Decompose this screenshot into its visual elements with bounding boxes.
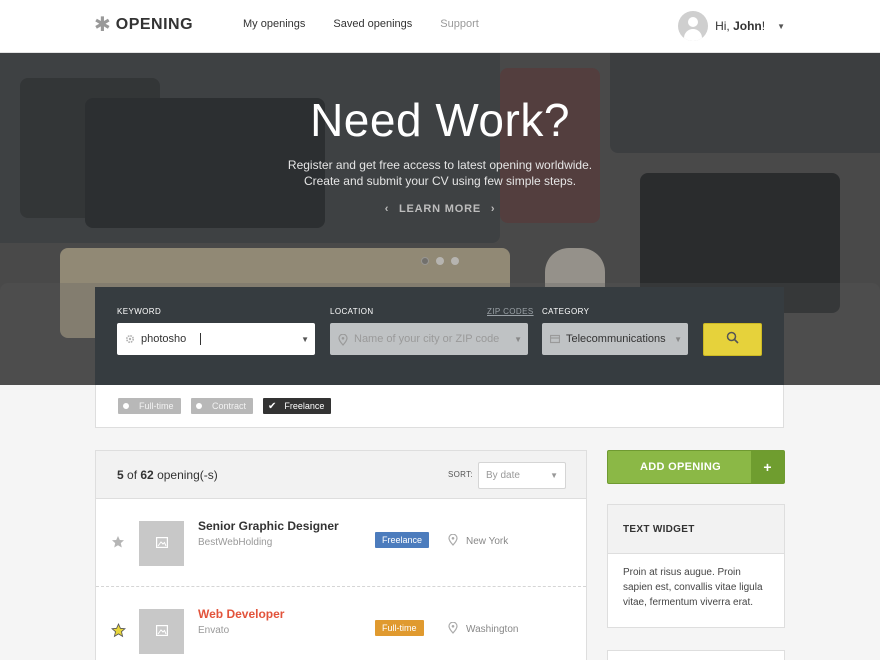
map-pin-icon (338, 333, 348, 346)
company-logo (139, 609, 184, 654)
job-company: Envato (198, 625, 230, 636)
chevron-right-icon: › (490, 203, 496, 215)
keyword-input[interactable]: photosho ▼ (117, 323, 315, 355)
image-placeholder-icon (155, 535, 168, 553)
keyword-label: KEYWORD (117, 307, 162, 316)
carousel-dot[interactable] (436, 257, 444, 265)
text-cursor (200, 333, 202, 345)
nav-support[interactable]: Support (440, 18, 479, 30)
job-title[interactable]: Web Developer (198, 607, 284, 621)
text-widget: TEXT WIDGET Proin at risus augue. Proin … (607, 504, 785, 628)
results-list: 5 of 62 opening(-s) SORT: By date ▼ Seni… (95, 450, 587, 660)
location-input[interactable]: Name of your city or ZIP code ▼ (330, 323, 528, 355)
filter-full-time[interactable]: Full-time (118, 398, 181, 414)
widget-title: TEXT WIDGET (608, 505, 784, 554)
user-avatar-icon[interactable] (678, 11, 709, 41)
map-pin-icon (448, 533, 458, 549)
toggle-dot-icon (123, 403, 129, 409)
job-row[interactable]: Web Developer Envato Full-time Washingto… (96, 587, 586, 660)
star-icon[interactable] (111, 623, 126, 641)
search-panel: KEYWORD LOCATION ZIP CODES CATEGORY phot… (95, 287, 784, 385)
hero-title: Need Work? (310, 94, 570, 146)
search-button[interactable] (703, 323, 762, 356)
job-title[interactable]: Senior Graphic Designer (198, 519, 339, 533)
category-label: CATEGORY (542, 307, 590, 316)
job-location-text: Washington (466, 624, 519, 635)
add-opening-button[interactable]: ADD OPENING + (607, 450, 785, 484)
main-nav: My openings Saved openings Support (243, 18, 507, 30)
job-location: Washington (448, 621, 519, 637)
sort-select[interactable]: By date ▼ (478, 462, 566, 489)
map-pin-icon (448, 621, 458, 637)
job-company: BestWebHolding (198, 537, 273, 548)
category-icon (549, 334, 561, 344)
keyword-value: photosho (141, 333, 187, 345)
add-opening-label: ADD OPENING (640, 461, 721, 473)
carousel-dot[interactable] (451, 257, 459, 265)
learn-more-link[interactable]: ‹ LEARN MORE › (0, 203, 880, 215)
keyword-dropdown-caret-icon[interactable]: ▼ (301, 335, 309, 344)
sort-value: By date (486, 470, 520, 481)
star-icon[interactable] (111, 535, 125, 552)
results-header: 5 of 62 opening(-s) SORT: By date ▼ (96, 451, 586, 499)
location-label: LOCATION (330, 307, 374, 316)
user-menu-caret-icon[interactable]: ▼ (777, 22, 785, 31)
job-type-badge: Freelance (375, 532, 430, 548)
user-greeting[interactable]: Hi, John! (715, 19, 765, 33)
filter-contract[interactable]: Contract (191, 398, 254, 414)
next-widget (607, 650, 785, 660)
category-value: Telecommunications (566, 333, 666, 345)
logo[interactable]: ✱ OPENING (94, 15, 193, 35)
location-dropdown-caret-icon[interactable]: ▼ (514, 335, 522, 344)
check-icon: ✔ (268, 400, 277, 412)
plus-icon: + (751, 451, 784, 483)
job-row[interactable]: Senior Graphic Designer BestWebHolding F… (96, 499, 586, 587)
hero-subtitle: Register and get free access to latest o… (287, 158, 593, 188)
nav-saved-openings[interactable]: Saved openings (333, 18, 412, 30)
image-placeholder-icon (155, 623, 168, 641)
search-icon (726, 331, 739, 349)
chevron-left-icon: ‹ (384, 203, 390, 215)
job-type-badge: Full-time (375, 620, 424, 636)
top-header: ✱ OPENING My openings Saved openings Sup… (0, 0, 880, 53)
location-placeholder: Name of your city or ZIP code (354, 333, 500, 345)
sort-caret-icon: ▼ (550, 471, 558, 480)
logo-text: OPENING (115, 16, 194, 33)
results-count: 5 of 62 opening(-s) (117, 468, 218, 482)
widget-body: Proin at risus augue. Proin sapien est, … (623, 567, 763, 608)
company-logo (139, 521, 184, 566)
nav-my-openings[interactable]: My openings (243, 18, 305, 30)
toggle-dot-icon (196, 403, 202, 409)
category-select[interactable]: Telecommunications ▼ (542, 323, 688, 355)
gear-icon (125, 334, 135, 344)
zip-codes-link[interactable]: ZIP CODES (487, 307, 534, 316)
category-dropdown-caret-icon[interactable]: ▼ (674, 335, 682, 344)
job-type-filters: Full-time Contract ✔ Freelance (95, 385, 784, 428)
asterisk-logo-icon: ✱ (94, 14, 111, 36)
user-menu[interactable]: Hi, John! ▼ (678, 11, 785, 41)
carousel-dot[interactable] (421, 257, 429, 265)
job-location-text: New York (466, 536, 509, 547)
carousel-dots (421, 257, 466, 265)
job-location: New York (448, 533, 509, 549)
sort-label: SORT: (448, 470, 473, 479)
filter-freelance[interactable]: ✔ Freelance (263, 398, 332, 414)
